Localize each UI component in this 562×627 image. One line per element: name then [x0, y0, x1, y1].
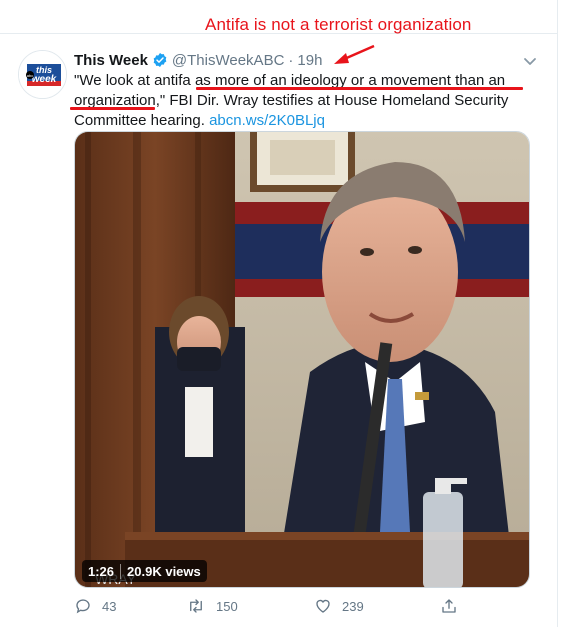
like-count: 239	[342, 598, 364, 614]
svg-text:abc: abc	[27, 73, 33, 78]
annotation-arrow	[334, 44, 375, 64]
chevron-down-icon[interactable]	[521, 52, 539, 70]
verified-badge-icon	[152, 52, 168, 68]
like-button[interactable]: 239	[314, 597, 364, 615]
video-player[interactable]: WRAY	[74, 131, 530, 588]
tweet-link[interactable]: abcn.ws/2K0BLjq	[209, 112, 325, 129]
avatar[interactable]: this week abc	[18, 50, 67, 99]
annotation-caption: Antifa is not a terrorist organization	[205, 15, 472, 34]
reply-icon	[76, 599, 90, 614]
this-week-logo: this week abc	[19, 51, 66, 98]
author-handle[interactable]: @ThisWeekABC	[172, 52, 284, 69]
tweet-text-part-1: "We look at antifa as	[74, 72, 215, 89]
share-icon	[442, 599, 456, 613]
share-button[interactable]	[440, 597, 468, 615]
video-duration: 1:26	[88, 563, 122, 579]
annotation-underline-1	[196, 87, 523, 90]
header-separator: ·	[288, 51, 294, 69]
tweet-header: This Week @ThisWeekABC · 19h	[74, 50, 322, 70]
video-info-badge: 1:26 20.9K views	[82, 560, 207, 582]
author-name[interactable]: This Week	[74, 52, 148, 69]
reply-count: 43	[102, 598, 117, 614]
tweet-actions: 43 150 239	[74, 597, 474, 617]
tweet-text: "We look at antifa as more of an ideolog…	[74, 71, 520, 131]
reply-button[interactable]: 43	[74, 597, 116, 615]
retweet-button[interactable]: 150	[186, 597, 238, 615]
tweet-timestamp[interactable]: 19h	[297, 52, 322, 69]
like-icon	[316, 599, 330, 613]
annotation-underline-2	[70, 107, 155, 110]
video-views: 20.9K views	[127, 563, 201, 579]
feed-border	[557, 0, 558, 627]
retweet-icon	[190, 599, 202, 613]
svg-text:week: week	[32, 74, 57, 85]
retweet-count: 150	[216, 598, 238, 614]
video-frame: WRAY	[75, 132, 529, 587]
